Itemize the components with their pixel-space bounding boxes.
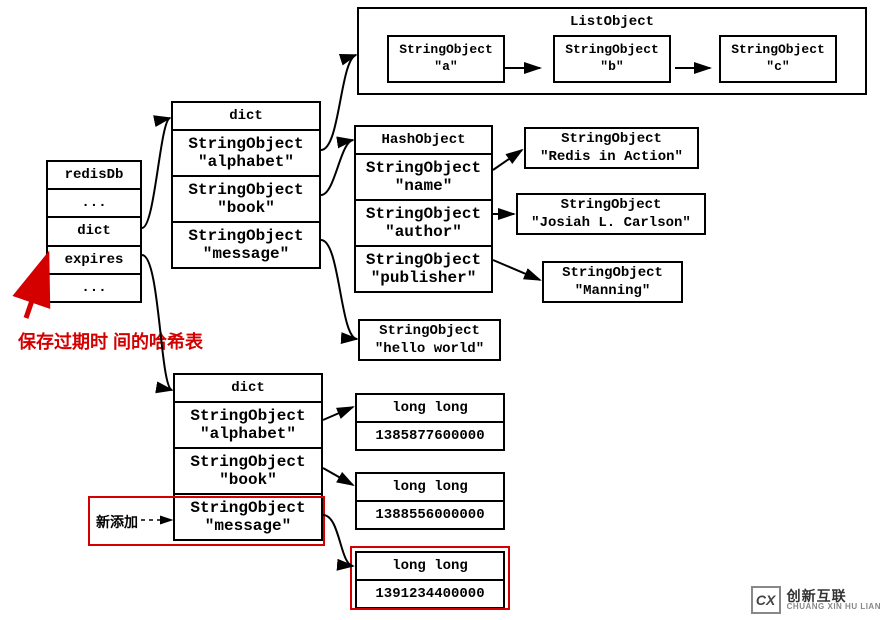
redisdb-row-1: dict — [48, 218, 140, 246]
long-1: long long 1388556000000 — [355, 472, 505, 530]
redisdb-row-2: expires — [48, 247, 140, 275]
long-0: long long 1385877600000 — [355, 393, 505, 451]
long-1-type: long long — [357, 474, 503, 502]
listobject-title: ListObject — [359, 9, 865, 35]
expires-hash-annotation: 保存过期时 间的哈希表 — [18, 330, 203, 355]
highlight-long-2 — [350, 546, 510, 610]
listobject-container: ListObject StringObject "a" StringObject… — [357, 7, 867, 95]
hashobject-field-0: StringObject"name" — [356, 155, 491, 201]
redisdb-title: redisDb — [48, 162, 140, 190]
listobject-item-2: StringObject "c" — [719, 35, 837, 83]
long-1-val: 1388556000000 — [357, 502, 503, 528]
dict1-item-2: StringObject"message" — [173, 223, 319, 267]
brand-logo: CX 创新互联 CHUANG XIN HU LIAN — [751, 586, 881, 614]
dict2-item-0: StringObject"alphabet" — [175, 403, 321, 449]
dict1-item-0: StringObject"alphabet" — [173, 131, 319, 177]
listobject-item-0: StringObject "a" — [387, 35, 505, 83]
long-0-val: 1385877600000 — [357, 423, 503, 449]
hash-value-2: StringObject"Manning" — [542, 261, 683, 303]
dict2-item-1: StringObject"book" — [175, 449, 321, 495]
redisdb-table: redisDb ... dict expires ... — [46, 160, 142, 303]
redisdb-row-3: ... — [48, 275, 140, 301]
hashobject-field-2: StringObject"publisher" — [356, 247, 491, 291]
hash-value-1: StringObject"Josiah L. Carlson" — [516, 193, 706, 235]
hash-value-0: StringObject"Redis in Action" — [524, 127, 699, 169]
dict1-item-1: StringObject"book" — [173, 177, 319, 223]
dict1-table: dict StringObject"alphabet" StringObject… — [171, 101, 321, 269]
dict1-title: dict — [173, 103, 319, 131]
hashobject-field-1: StringObject"author" — [356, 201, 491, 247]
dict2-title: dict — [175, 375, 321, 403]
hello-world-box: StringObject"hello world" — [358, 319, 501, 361]
hashobject-table: HashObject StringObject"name" StringObje… — [354, 125, 493, 293]
listobject-item-1: StringObject "b" — [553, 35, 671, 83]
redisdb-row-0: ... — [48, 190, 140, 218]
logo-mark: CX — [751, 586, 781, 614]
logo-py: CHUANG XIN HU LIAN — [787, 603, 881, 611]
highlight-message — [88, 496, 325, 546]
long-0-type: long long — [357, 395, 503, 423]
hashobject-title: HashObject — [356, 127, 491, 155]
logo-cn: 创新互联 — [787, 589, 881, 603]
